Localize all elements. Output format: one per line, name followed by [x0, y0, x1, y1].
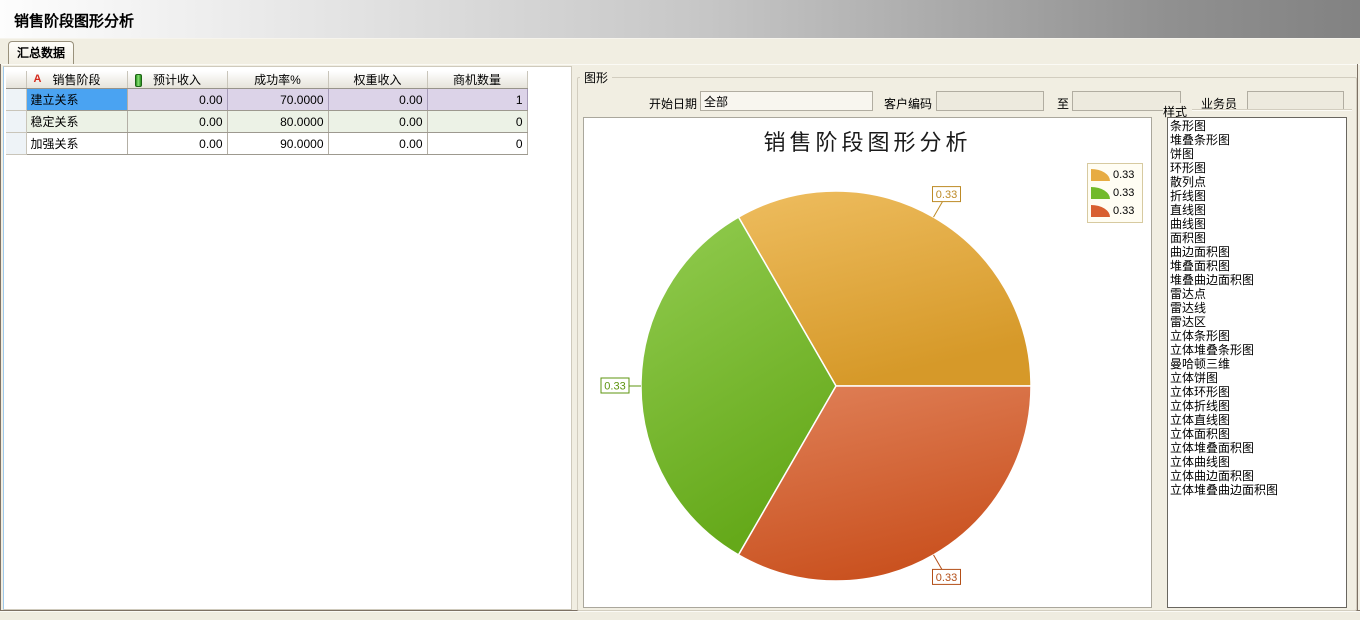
- style-option[interactable]: 堆叠面积图: [1168, 259, 1346, 273]
- chart-legend: 0.33 0.33 0.33: [1087, 163, 1143, 223]
- style-group-divider: [1192, 109, 1352, 111]
- legend-swatch-icon: [1091, 187, 1110, 199]
- column-header-label: 权重收入: [353, 73, 401, 87]
- style-option[interactable]: 堆叠条形图: [1168, 133, 1346, 147]
- chart-title: 销售阶段图形分析: [584, 125, 1151, 157]
- style-option[interactable]: 立体饼图: [1168, 371, 1346, 385]
- row-selector[interactable]: [6, 89, 26, 111]
- style-option[interactable]: 立体堆叠面积图: [1168, 441, 1346, 455]
- customer-code-label: 客户编码: [884, 95, 932, 112]
- text-column-type-icon: A: [34, 73, 42, 86]
- style-option[interactable]: 环形图: [1168, 161, 1346, 175]
- legend-swatch-icon: [1091, 205, 1110, 217]
- stage-cell[interactable]: 加强关系: [26, 133, 127, 155]
- value-cell[interactable]: 80.0000: [227, 111, 328, 133]
- value-cell[interactable]: 90.0000: [227, 133, 328, 155]
- to-label: 至: [1057, 95, 1069, 112]
- tab-strip: 汇总数据: [0, 39, 1360, 64]
- style-option[interactable]: 折线图: [1168, 189, 1346, 203]
- style-option[interactable]: 面积图: [1168, 231, 1346, 245]
- table-row: 加强关系0.0090.00000.000: [6, 133, 527, 155]
- start-date-label: 开始日期: [649, 95, 697, 112]
- style-list[interactable]: 条形图堆叠条形图饼图环形图散列点折线图直线图曲线图面积图曲边面积图堆叠面积图堆叠…: [1167, 117, 1347, 608]
- value-cell[interactable]: 0: [427, 133, 527, 155]
- style-option[interactable]: 立体曲线图: [1168, 455, 1346, 469]
- window-frame-left: [0, 64, 1, 611]
- page-title: 销售阶段图形分析: [14, 10, 134, 31]
- legend-swatch-icon: [1091, 169, 1110, 181]
- summary-table-panel: A销售阶段预计收入成功率%权重收入商机数量 建立关系0.0070.00000.0…: [3, 66, 572, 610]
- style-option[interactable]: 立体直线图: [1168, 413, 1346, 427]
- style-option[interactable]: 立体堆叠条形图: [1168, 343, 1346, 357]
- column-header-1[interactable]: 预计收入: [127, 71, 227, 89]
- legend-item: 0.33: [1091, 202, 1142, 220]
- row-selector[interactable]: [6, 133, 26, 155]
- value-cell[interactable]: 70.0000: [227, 89, 328, 111]
- value-cell[interactable]: 1: [427, 89, 527, 111]
- column-header-3[interactable]: 权重收入: [328, 71, 427, 89]
- style-option[interactable]: 曼哈顿三维: [1168, 357, 1346, 371]
- customer-code-input[interactable]: [936, 91, 1044, 111]
- window-title-bar: 销售阶段图形分析: [0, 0, 1360, 39]
- value-cell[interactable]: 0: [427, 111, 527, 133]
- style-option[interactable]: 曲边面积图: [1168, 245, 1346, 259]
- style-option[interactable]: 饼图: [1168, 147, 1346, 161]
- value-cell[interactable]: 0.00: [328, 111, 427, 133]
- table-row: 稳定关系0.0080.00000.000: [6, 111, 527, 133]
- chart-area: 0.33 0.33 0.33 销售阶段图形分析 0.33 0.33 0.33: [583, 117, 1152, 608]
- window-frame-right: [1357, 64, 1358, 611]
- column-header-label: 销售阶段: [52, 73, 100, 87]
- style-option[interactable]: 立体面积图: [1168, 427, 1346, 441]
- style-option[interactable]: 散列点: [1168, 175, 1346, 189]
- style-option[interactable]: 条形图: [1168, 119, 1346, 133]
- style-option[interactable]: 堆叠曲边面积图: [1168, 273, 1346, 287]
- style-option[interactable]: 直线图: [1168, 203, 1346, 217]
- legend-label: 0.33: [1113, 169, 1134, 181]
- style-option[interactable]: 立体曲边面积图: [1168, 469, 1346, 483]
- legend-item: 0.33: [1091, 184, 1142, 202]
- column-header-label: 成功率%: [254, 73, 301, 87]
- legend-item: 0.33: [1091, 166, 1142, 184]
- salesman-input[interactable]: [1247, 91, 1344, 111]
- stage-cell[interactable]: 建立关系: [26, 89, 127, 111]
- tab-divider: [0, 64, 1360, 65]
- numeric-column-type-icon: [135, 74, 142, 87]
- value-cell[interactable]: 0.00: [127, 111, 227, 133]
- value-cell[interactable]: 0.00: [328, 133, 427, 155]
- pie-chart: 0.33 0.33 0.33: [584, 118, 1151, 607]
- legend-label: 0.33: [1113, 187, 1134, 199]
- style-option[interactable]: 立体堆叠曲边面积图: [1168, 483, 1346, 497]
- table-row: 建立关系0.0070.00000.001: [6, 89, 527, 111]
- style-option[interactable]: 雷达点: [1168, 287, 1346, 301]
- row-selector[interactable]: [6, 111, 26, 133]
- legend-label: 0.33: [1113, 205, 1134, 217]
- style-option[interactable]: 曲线图: [1168, 217, 1346, 231]
- start-date-input[interactable]: [700, 91, 873, 111]
- value-cell[interactable]: 0.00: [127, 89, 227, 111]
- style-option[interactable]: 雷达线: [1168, 301, 1346, 315]
- callout-value: 0.33: [936, 572, 957, 584]
- column-header-label: 预计收入: [153, 73, 201, 87]
- sales-stage-table: A销售阶段预计收入成功率%权重收入商机数量 建立关系0.0070.00000.0…: [6, 71, 528, 155]
- column-header-0[interactable]: A 销售阶段: [26, 71, 127, 89]
- style-option[interactable]: 立体环形图: [1168, 385, 1346, 399]
- column-header-4[interactable]: 商机数量: [427, 71, 527, 89]
- graph-group-label: 图形: [580, 69, 612, 86]
- value-cell[interactable]: 0.00: [127, 133, 227, 155]
- tab-summary-data[interactable]: 汇总数据: [8, 41, 74, 64]
- style-option[interactable]: 立体折线图: [1168, 399, 1346, 413]
- column-header-label: 商机数量: [453, 73, 501, 87]
- value-cell[interactable]: 0.00: [328, 89, 427, 111]
- stage-cell[interactable]: 稳定关系: [26, 111, 127, 133]
- sales-stage-analysis-window: { "window": { "title": "销售阶段图形分析" }, "ta…: [0, 0, 1360, 619]
- style-option[interactable]: 立体条形图: [1168, 329, 1346, 343]
- style-option[interactable]: 雷达区: [1168, 315, 1346, 329]
- callout-value: 0.33: [936, 189, 957, 201]
- row-selector-header[interactable]: [6, 71, 26, 89]
- column-header-2[interactable]: 成功率%: [227, 71, 328, 89]
- callout-value: 0.33: [604, 381, 625, 393]
